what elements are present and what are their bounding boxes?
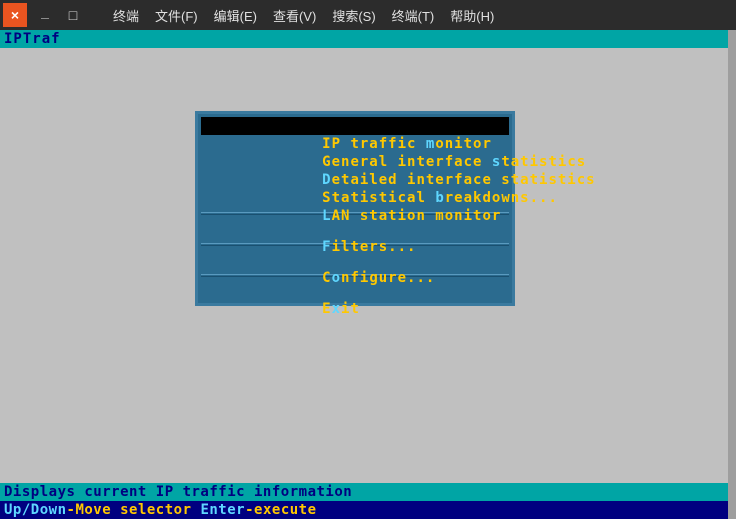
menu-item-ip-traffic-monitor[interactable]: IP traffic monitor	[201, 117, 509, 135]
menu-view[interactable]: 查看(V)	[267, 2, 322, 29]
main-area: IP traffic monitor General interface sta…	[0, 48, 728, 483]
main-menu: IP traffic monitor General interface sta…	[195, 111, 515, 306]
help-key-updown: Up/Down	[4, 502, 67, 518]
menu-terminal-label[interactable]: 终端	[107, 2, 145, 29]
terminal-area: IPTraf IP traffic monitor General interf…	[0, 30, 736, 519]
menu-help[interactable]: 帮助(H)	[444, 2, 500, 29]
help-line: Up/Down-Move selector Enter-execute	[0, 501, 728, 519]
menu-edit[interactable]: 编辑(E)	[208, 2, 263, 29]
menubar: 终端 文件(F) 编辑(E) 查看(V) 搜索(S) 终端(T) 帮助(H)	[107, 2, 500, 29]
titlebar: × _ □ 终端 文件(F) 编辑(E) 查看(V) 搜索(S) 终端(T) 帮…	[0, 0, 736, 30]
app-title: IPTraf	[0, 30, 728, 48]
menu-terminal[interactable]: 终端(T)	[386, 2, 441, 29]
menu-search[interactable]: 搜索(S)	[326, 2, 381, 29]
scrollbar[interactable]	[728, 30, 736, 519]
close-button[interactable]: ×	[3, 3, 27, 27]
maximize-button[interactable]: □	[61, 3, 85, 27]
menu-file[interactable]: 文件(F)	[149, 2, 204, 29]
status-line: Displays current IP traffic information	[0, 483, 728, 501]
minimize-button[interactable]: _	[33, 3, 57, 27]
help-key-enter: Enter	[200, 502, 245, 518]
